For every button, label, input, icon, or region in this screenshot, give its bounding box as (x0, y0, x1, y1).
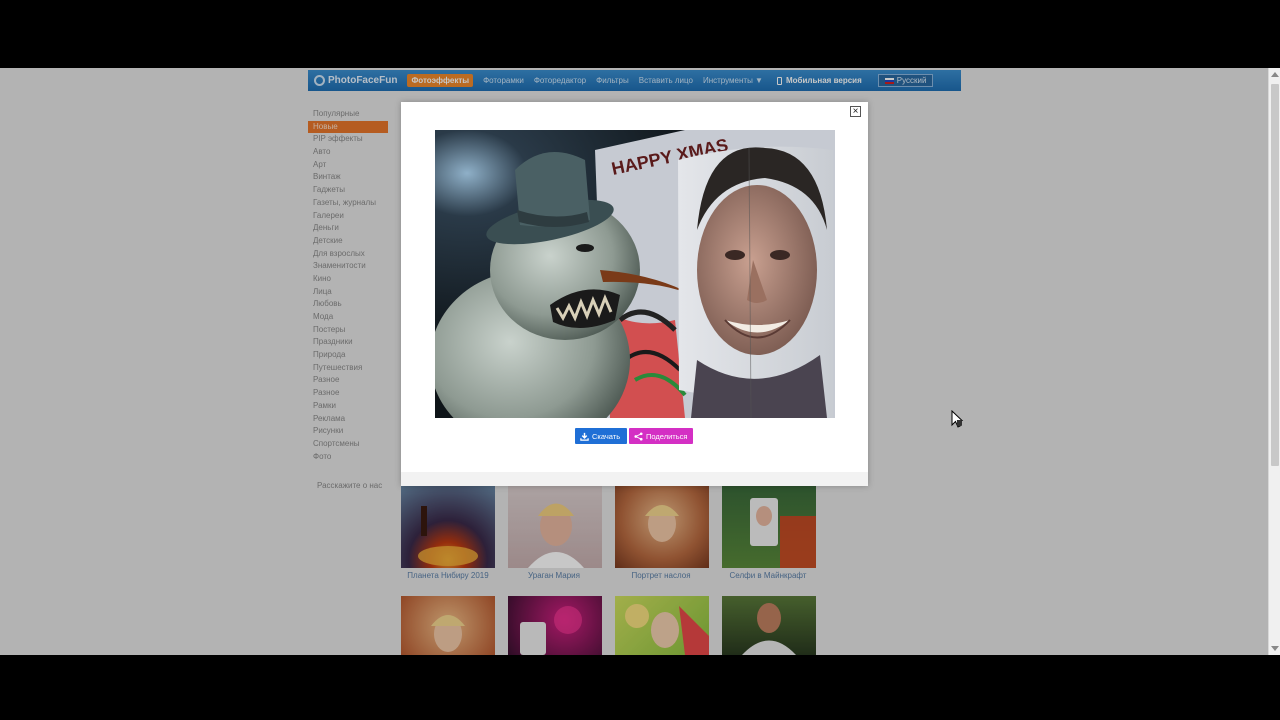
close-button[interactable]: × (850, 106, 861, 117)
modal-footer (401, 472, 868, 486)
result-image: HAPPY XMAS (435, 130, 835, 418)
mouse-cursor-icon (951, 410, 964, 428)
download-label: Скачать (592, 431, 621, 441)
share-button[interactable]: Поделиться (629, 428, 693, 444)
scroll-down-arrow-icon[interactable] (1271, 646, 1279, 651)
page-scrollbar[interactable] (1268, 68, 1280, 655)
download-button[interactable]: Скачать (575, 428, 627, 444)
scroll-thumb[interactable] (1271, 84, 1279, 466)
browser-viewport: PhotoFaceFun Фотоэффекты Фоторамки Фотор… (0, 68, 1280, 655)
download-icon (580, 432, 589, 441)
share-label: Поделиться (646, 431, 688, 441)
scroll-up-arrow-icon[interactable] (1271, 72, 1279, 77)
result-modal: × HAPPY XMAS Скачать Поделиться (401, 102, 868, 486)
result-image-art: HAPPY XMAS (435, 130, 835, 418)
share-icon (634, 431, 643, 441)
